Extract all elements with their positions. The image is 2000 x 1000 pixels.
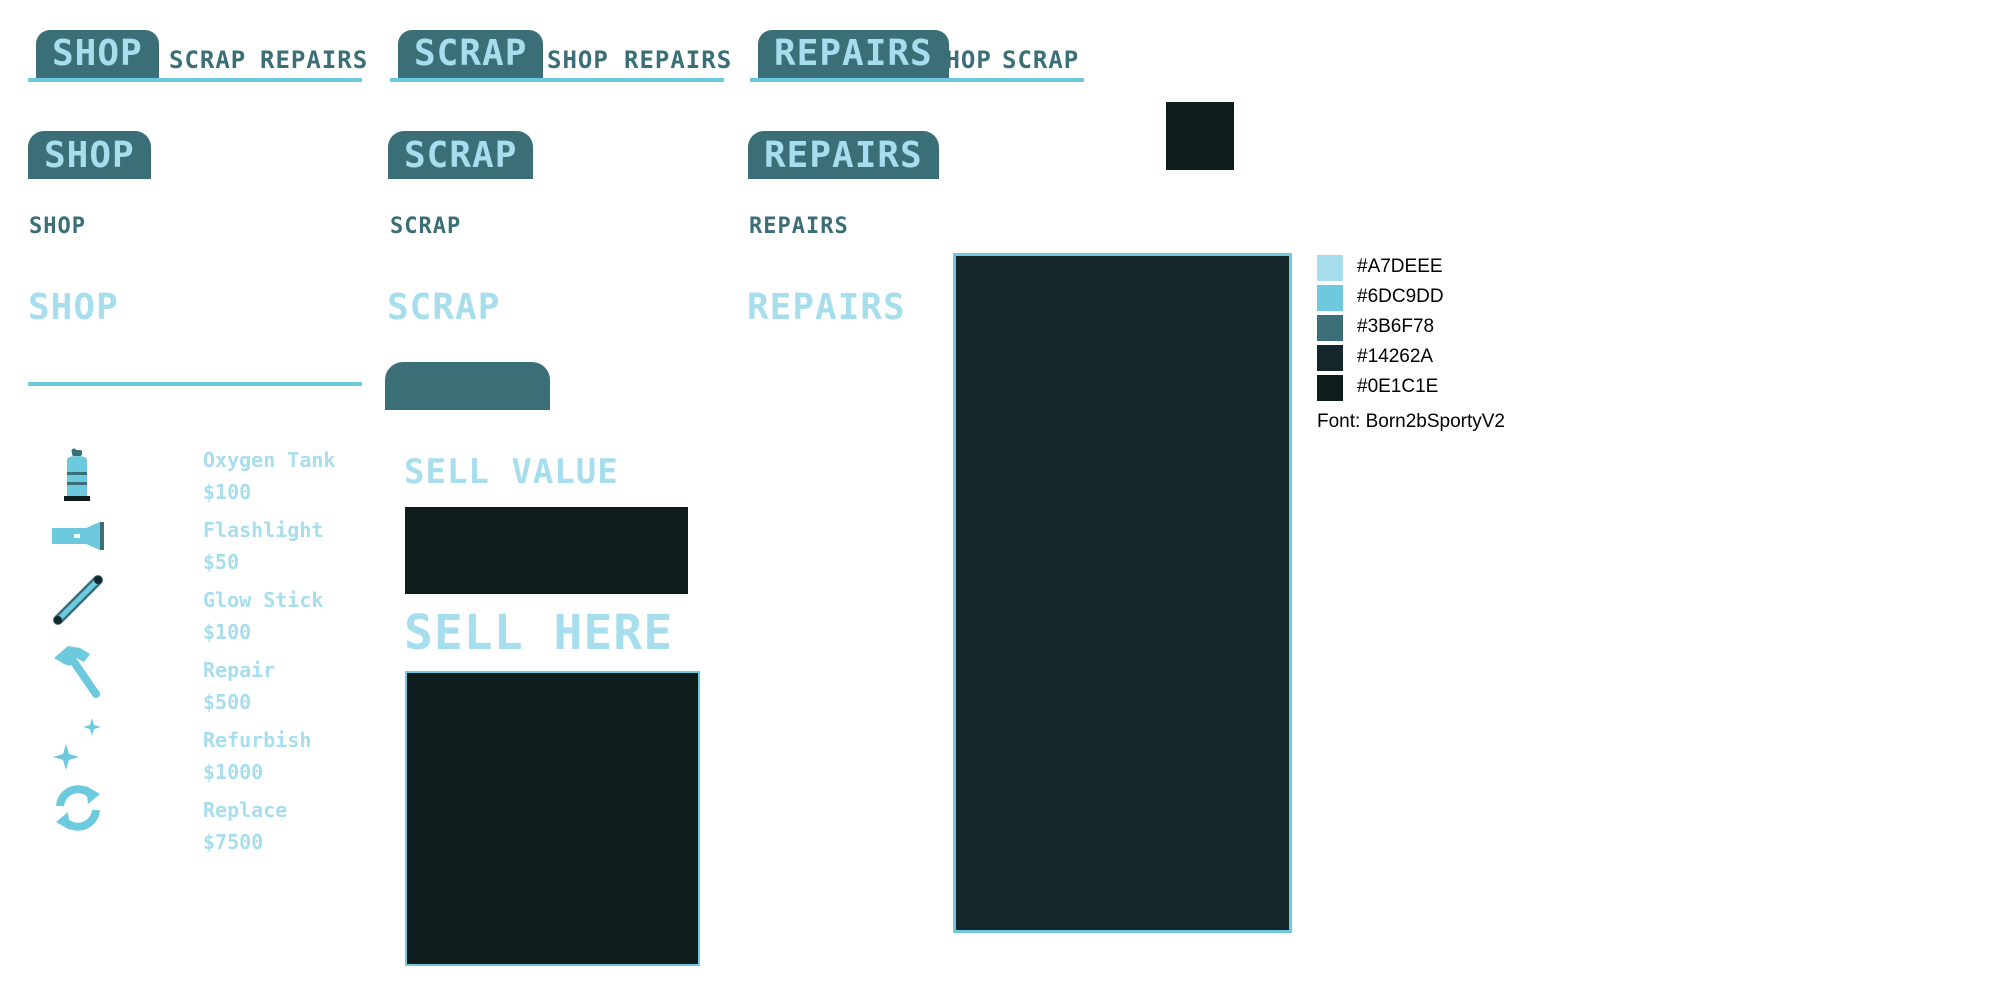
header-large-repairs: REPAIRS [747,287,906,328]
item-name-refurbish: Refurbish [203,728,312,752]
tab-scrap-active[interactable]: SCRAP [398,30,544,78]
refresh-icon[interactable] [50,780,106,836]
tab-scrap[interactable]: SCRAP [169,46,246,74]
item-price-refurbish: $1000 [203,760,264,784]
header-small-scrap: SCRAP [390,214,462,239]
tab-shop[interactable]: SHOP [930,46,992,74]
header-large-scrap: SCRAP [387,287,501,328]
item-name-replace: Replace [203,798,288,822]
tab-bar-underline [750,78,1084,82]
palette-label: #3B6F78 [1357,316,1435,337]
repairs-panel [953,253,1292,933]
tab-scrap[interactable]: SCRAP [1002,46,1079,74]
sell-value-label: SELL VALUE [404,452,619,492]
item-price-repair: $500 [203,690,252,714]
sell-panel-tab [385,362,550,410]
palette-swatch [1317,315,1343,341]
palette-label: #A7DEEE [1357,256,1443,277]
item-name-glow-stick: Glow Stick [203,588,324,612]
header-small-repairs: REPAIRS [749,214,849,239]
tab-repairs[interactable]: REPAIRS [260,46,368,74]
header-large-shop: SHOP [28,287,119,328]
item-price-oxygen-tank: $100 [203,480,252,504]
tab-repairs-active[interactable]: REPAIRS [758,30,949,78]
header-tab-scrap: SCRAP [388,131,534,179]
sell-drop-area[interactable] [405,671,700,966]
item-name-flashlight: Flashlight [203,518,324,542]
palette-swatch [1317,345,1343,371]
tab-shop[interactable]: SHOP [547,46,609,74]
glow-stick-icon[interactable] [50,572,106,628]
palette-label: #14262A [1357,346,1434,367]
item-name-repair: Repair [203,658,276,682]
palette-swatch [1317,255,1343,281]
palette-label: #0E1C1E [1357,376,1439,397]
header-small-shop: SHOP [29,214,86,239]
flashlight-icon[interactable] [50,508,106,564]
hammer-icon[interactable] [50,642,106,698]
sparkle-icon[interactable] [50,716,106,772]
sell-value-display [405,507,688,594]
header-tab-repairs: REPAIRS [748,131,939,179]
tab-bar-underline [390,78,724,82]
dark-square-tile [1166,102,1234,170]
palette-swatch [1317,375,1343,401]
palette-label: #6DC9DD [1357,286,1444,307]
item-price-flashlight: $50 [203,550,240,574]
font-label: Font: Born2bSportyV2 [1317,411,1505,432]
item-price-glow-stick: $100 [203,620,252,644]
item-price-replace: $7500 [203,830,264,854]
tab-bar-shop: SHOP SCRAP REPAIRS [28,30,367,82]
palette-swatch [1317,285,1343,311]
tab-shop-active[interactable]: SHOP [36,30,159,78]
tab-bar-repairs: REPAIRS SHOP SCRAP [750,30,1084,82]
item-name-oxygen-tank: Oxygen Tank [203,448,336,472]
shop-divider [28,382,362,386]
header-tab-shop: SHOP [28,131,151,179]
tab-bar-underline [28,78,362,82]
tab-bar-scrap: SCRAP SHOP REPAIRS [390,30,731,82]
oxygen-tank-icon[interactable] [50,448,106,504]
sell-here-label: SELL HERE [404,605,674,661]
tab-repairs[interactable]: REPAIRS [624,46,732,74]
